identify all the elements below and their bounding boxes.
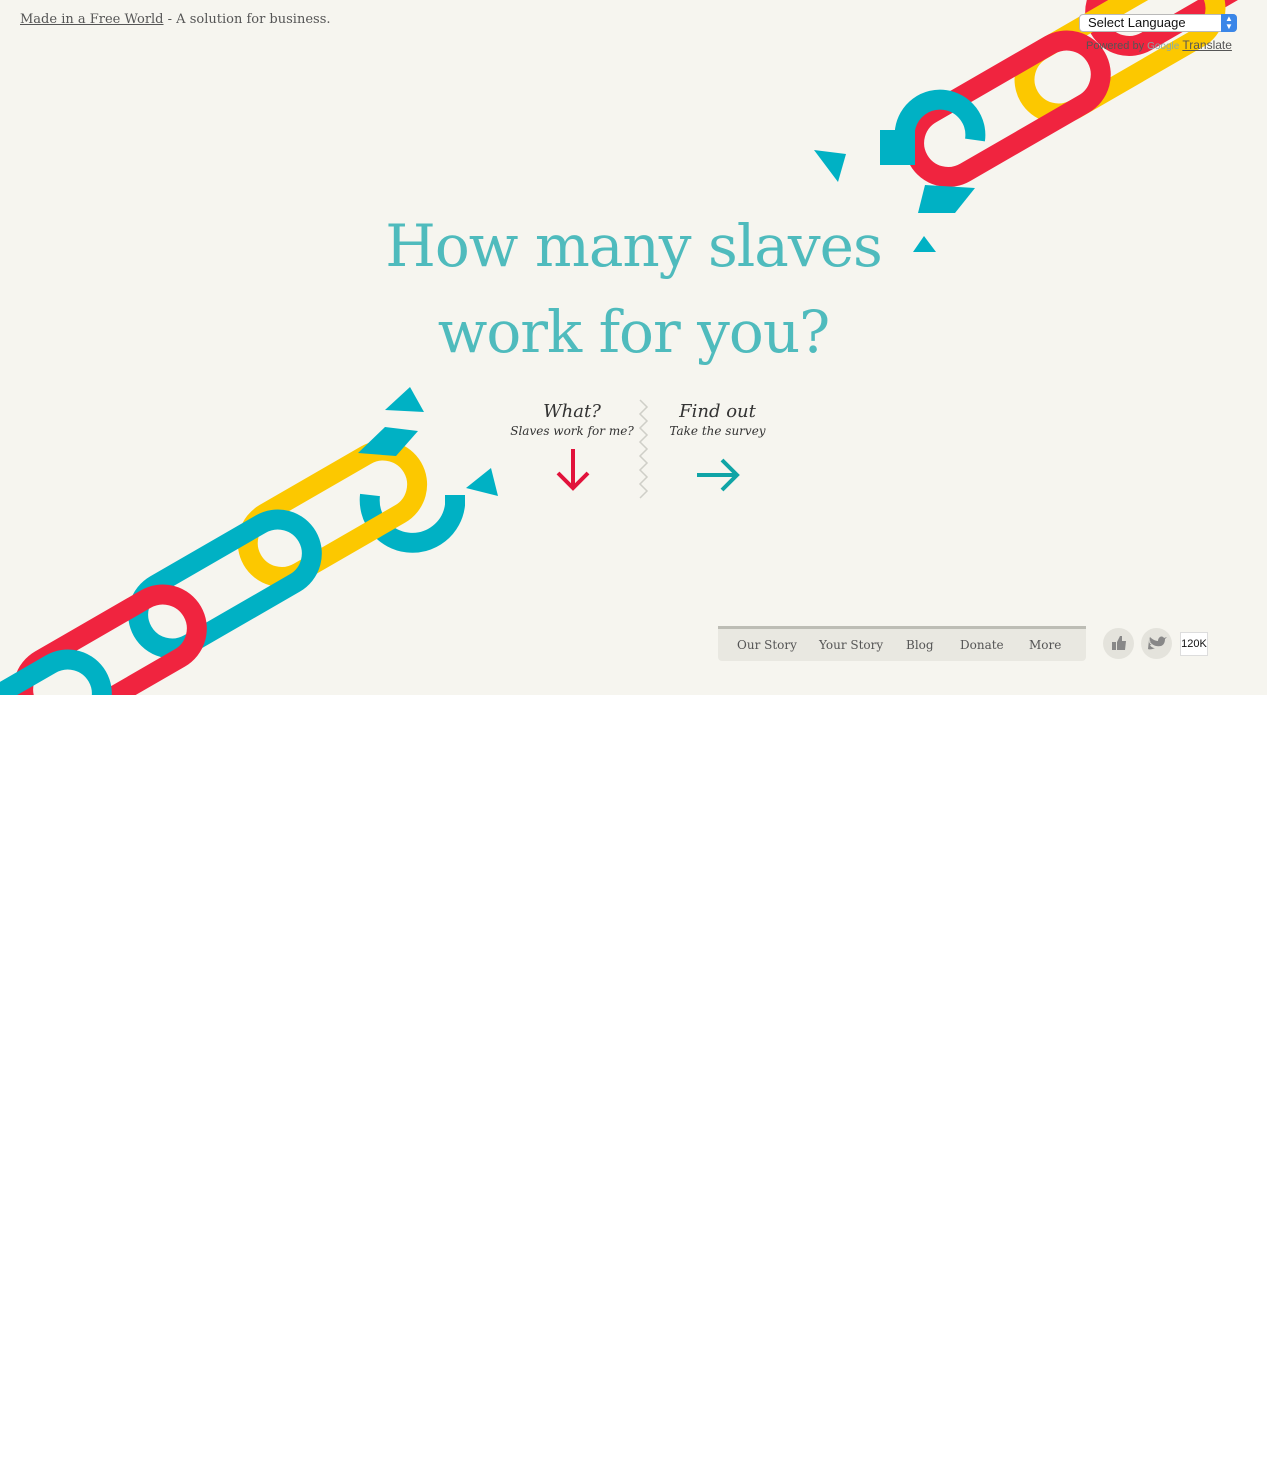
chain-bottom-left [0,387,498,695]
headline-line-1: How many slaves [385,212,882,280]
nav-more[interactable]: More [1029,638,1061,652]
nav-your-story[interactable]: Your Story [819,638,883,652]
twitter-button[interactable] [1141,628,1172,659]
what-cta[interactable]: What? Slaves work for me? [507,401,637,438]
twitter-bird-icon [1148,636,1167,650]
find-out-title: Find out [679,401,756,422]
site-home-link[interactable]: Made in a Free World [20,12,164,27]
thumbs-up-icon [1112,636,1126,650]
site-header-line: Made in a Free World - A solution for bu… [20,12,331,27]
arrow-down-icon[interactable] [553,447,593,493]
powered-by-text: Powered by [1086,40,1145,52]
site-tagline: - A solution for business. [167,12,331,27]
select-arrows-icon: ▲ ▼ [1221,14,1237,32]
language-select-label: Select Language [1088,15,1186,30]
what-cta-title: What? [543,401,601,422]
share-count: 120K [1180,632,1208,656]
find-out-subtitle: Take the survey [669,424,766,438]
hero-section: Made in a Free World - A solution for bu… [0,0,1267,695]
google-logo: Google [1147,41,1180,52]
nav-our-story[interactable]: Our Story [737,638,797,652]
nav-blog[interactable]: Blog [906,638,934,652]
find-out-cta[interactable]: Find out Take the survey [660,401,775,438]
translate-link[interactable]: Translate [1182,38,1232,52]
like-button[interactable] [1103,628,1134,659]
nav-donate[interactable]: Donate [960,638,1004,652]
language-select[interactable]: Select Language ▲ ▼ [1079,14,1237,32]
arrow-right-icon[interactable] [695,456,743,494]
what-cta-subtitle: Slaves work for me? [510,424,634,438]
main-nav: Our Story Your Story Blog Donate More [718,626,1086,661]
zigzag-divider [638,399,649,499]
headline-line-2: work for you? [437,298,831,366]
google-translate-credit: Powered by Google Translate [1086,38,1232,52]
